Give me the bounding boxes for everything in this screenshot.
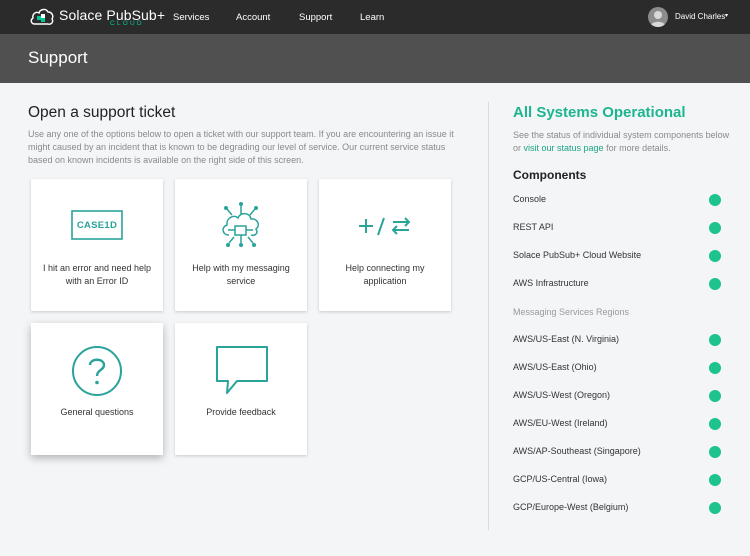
top-nav-bar: Solace PubSub+ CLOUD Services Account Su… <box>0 0 750 34</box>
region-row: AWS/EU-West (Ireland) <box>513 417 725 431</box>
general-questions-option-label: General questions <box>60 407 134 417</box>
region-row: AWS/US-East (Ohio) <box>513 361 725 375</box>
components-heading: Components <box>513 168 587 182</box>
region-name: GCP/US-Central (Iowa) <box>513 474 608 484</box>
region-name: GCP/Europe-West (Belgium) <box>513 502 629 512</box>
error-id-option-label: I hit an error and need help with an Err… <box>42 263 152 286</box>
plus-slash-swap-icon <box>359 217 411 236</box>
avatar <box>648 7 668 27</box>
messaging-service-option-card[interactable]: Help with my messaging service <box>175 179 307 311</box>
cloud-network-icon <box>222 202 259 247</box>
page-header: Support <box>0 34 750 83</box>
region-row: AWS/US-East (N. Virginia) <box>513 333 725 347</box>
system-status-text: See the status of individual system comp… <box>513 129 733 155</box>
component-row: REST API <box>513 221 725 235</box>
speech-bubble-icon <box>216 346 268 394</box>
user-name: David Charles <box>675 12 726 21</box>
user-avatar-icon <box>650 11 666 27</box>
status-ok-indicator <box>709 334 721 346</box>
nav-support[interactable]: Support <box>299 12 332 23</box>
column-divider <box>488 102 489 530</box>
status-ok-indicator <box>709 474 721 486</box>
region-row: AWS/US-West (Oregon) <box>513 389 725 403</box>
solace-logo-icon <box>30 8 54 25</box>
status-ok-indicator <box>709 250 721 262</box>
status-ok-indicator <box>709 194 721 206</box>
status-ok-indicator <box>709 446 721 458</box>
region-name: AWS/US-East (N. Virginia) <box>513 334 620 344</box>
connect-application-option-label: Help connecting my application <box>345 263 425 286</box>
status-ok-indicator <box>709 362 721 374</box>
error-id-option-card[interactable]: CASE1D I hit an error and need help with… <box>31 179 163 311</box>
messaging-service-option-label: Help with my messaging service <box>192 263 290 286</box>
status-ok-indicator <box>709 418 721 430</box>
question-circle-icon <box>72 346 122 396</box>
component-row: AWS Infrastructure <box>513 277 725 291</box>
nav-learn[interactable]: Learn <box>360 12 384 23</box>
nav-account[interactable]: Account <box>236 12 270 23</box>
provide-feedback-option-card[interactable]: Provide feedback <box>175 323 307 455</box>
status-ok-indicator <box>709 390 721 402</box>
region-row: GCP/Europe-West (Belgium) <box>513 501 725 515</box>
chevron-down-icon: ▾ <box>725 13 729 19</box>
component-row: Solace PubSub+ Cloud Website <box>513 249 725 263</box>
case-id-badge: CASE1D <box>76 220 118 231</box>
region-name: AWS/AP-Southeast (Singapore) <box>513 446 641 456</box>
region-name: AWS/US-West (Oregon) <box>513 390 611 400</box>
component-row: Console <box>513 193 725 207</box>
page-title: Support <box>28 48 88 67</box>
connect-application-option-card[interactable]: Help connecting my application <box>319 179 451 311</box>
status-page-link[interactable]: visit our status page <box>524 143 604 153</box>
ticket-section-title: Open a support ticket <box>28 104 176 121</box>
brand-logo[interactable]: Solace PubSub+ CLOUD <box>30 5 165 29</box>
provide-feedback-option-label: Provide feedback <box>206 407 276 417</box>
status-ok-indicator <box>709 502 721 514</box>
system-status-title: All Systems Operational <box>513 104 686 121</box>
status-ok-indicator <box>709 278 721 290</box>
status-ok-indicator <box>709 222 721 234</box>
ticket-intro-text: Use any one of the options below to open… <box>28 129 454 165</box>
component-name: Solace PubSub+ Cloud Website <box>513 250 642 260</box>
region-row: GCP/US-Central (Iowa) <box>513 473 725 487</box>
brand-sub: CLOUD <box>110 20 144 27</box>
region-name: AWS/US-East (Ohio) <box>513 362 597 372</box>
general-questions-option-card[interactable]: General questions <box>31 323 163 455</box>
nav-services[interactable]: Services <box>173 12 209 23</box>
component-name: REST API <box>513 222 554 232</box>
regions-heading: Messaging Services Regions <box>513 307 630 317</box>
component-name: Console <box>513 194 547 204</box>
component-name: AWS Infrastructure <box>513 278 589 288</box>
region-row: AWS/AP-Southeast (Singapore) <box>513 445 725 459</box>
status-text-after: for more details. <box>603 143 671 153</box>
region-name: AWS/EU-West (Ireland) <box>513 418 608 428</box>
